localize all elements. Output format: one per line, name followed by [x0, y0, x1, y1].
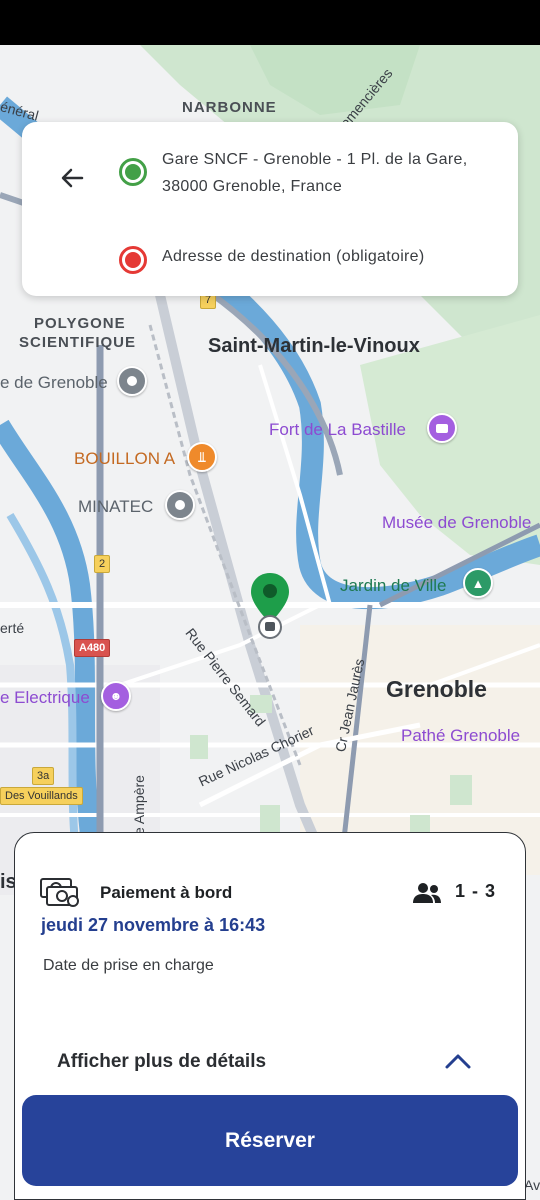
map-label-saint-martin: Saint-Martin-le-Vinoux [208, 335, 420, 357]
passenger-count[interactable]: 1 - 3 [455, 881, 496, 902]
details-toggle[interactable]: Afficher plus de détails [15, 1041, 527, 1085]
details-toggle-label: Afficher plus de détails [57, 1051, 267, 1072]
map-label-narbonne: NARBONNE [182, 99, 277, 116]
road-shield: 3a [32, 767, 55, 785]
poi-marker-icon[interactable] [165, 490, 195, 520]
destination-marker-icon [119, 246, 147, 274]
origin-address[interactable]: Gare SNCF - Grenoble - 1 Pl. de la Gare,… [162, 146, 492, 200]
road-shield-a480: A480 [74, 639, 111, 657]
map-label-jardin: Jardin de Ville [340, 576, 447, 595]
map-label-musee: Musée de Grenoble [382, 513, 532, 532]
back-button[interactable] [54, 160, 90, 196]
map-label-grenoble: Grenoble [386, 676, 487, 702]
pickup-datetime[interactable]: jeudi 27 novembre à 16:43 [41, 915, 265, 936]
map-label-electrique: e Electrique [0, 688, 90, 707]
map-label-pathe: Pathé Grenoble [401, 726, 521, 745]
origin-pin-icon[interactable] [248, 571, 292, 641]
poi-marker-icon[interactable] [117, 366, 147, 396]
theater-icon[interactable]: ☻ [101, 681, 131, 711]
pickup-caption: Date de prise en charge [43, 957, 214, 974]
address-card: Gare SNCF - Grenoble - 1 Pl. de la Gare,… [22, 122, 518, 296]
map-label-poi: e de Grenoble [0, 373, 108, 392]
tree-icon[interactable]: ▲ [463, 568, 493, 598]
chevron-up-icon [445, 1054, 471, 1069]
map-label-fort-bastille: Fort de La Bastille [269, 420, 407, 439]
reserve-button-label: Réserver [225, 1128, 315, 1152]
map-label-partial: Av [524, 1177, 540, 1193]
map-label-scientifique: SCIENTIFIQUE [19, 334, 137, 351]
status-bar [0, 0, 540, 45]
road-shield: 2 [94, 555, 111, 573]
map-label-ampere: e Ampère [131, 775, 147, 835]
destination-input[interactable]: Adresse de destination (obligatoire) [162, 248, 492, 266]
payment-method-label: Paiement à bord [100, 883, 233, 902]
map-label-street: erté [0, 620, 25, 636]
camera-icon[interactable] [427, 413, 457, 443]
reserve-button[interactable]: Réserver [22, 1095, 518, 1186]
arrow-left-icon [61, 168, 84, 188]
origin-marker-icon [119, 158, 147, 186]
road-shield: Des Vouillands [0, 787, 83, 805]
map-label-polygone: POLYGONE [34, 315, 126, 332]
restaurant-icon[interactable]: ⫫ [187, 442, 217, 472]
cash-icon [40, 878, 79, 907]
group-icon [413, 883, 441, 903]
map-label-bouillon: BOUILLON A [74, 449, 176, 468]
map-label-minatec: MINATEC [78, 497, 154, 516]
